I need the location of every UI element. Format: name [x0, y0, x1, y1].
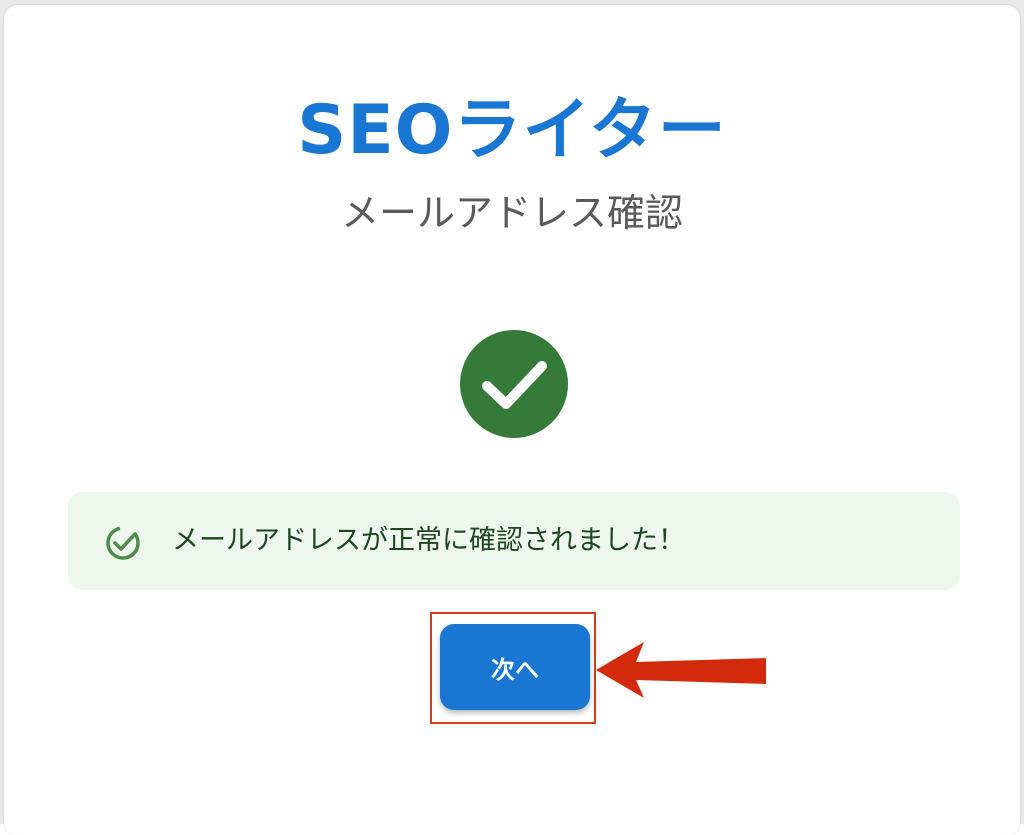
page-title: メールアドレス確認	[340, 191, 683, 235]
alert-message: メールアドレスが正常に確認されました！	[172, 525, 685, 556]
screenshot-frame: SEOライター メールアドレス確認 メールアドレスが正常に確認されました！ 次へ	[0, 0, 1024, 835]
success-alert: メールアドレスが正常に確認されました！	[68, 492, 960, 590]
check-circle-outline-icon	[106, 526, 140, 560]
next-button[interactable]: 次へ	[440, 624, 590, 710]
brand-title: SEOライター	[297, 91, 727, 170]
check-circle-icon	[460, 330, 568, 438]
red-arrow-left-icon	[596, 642, 766, 698]
